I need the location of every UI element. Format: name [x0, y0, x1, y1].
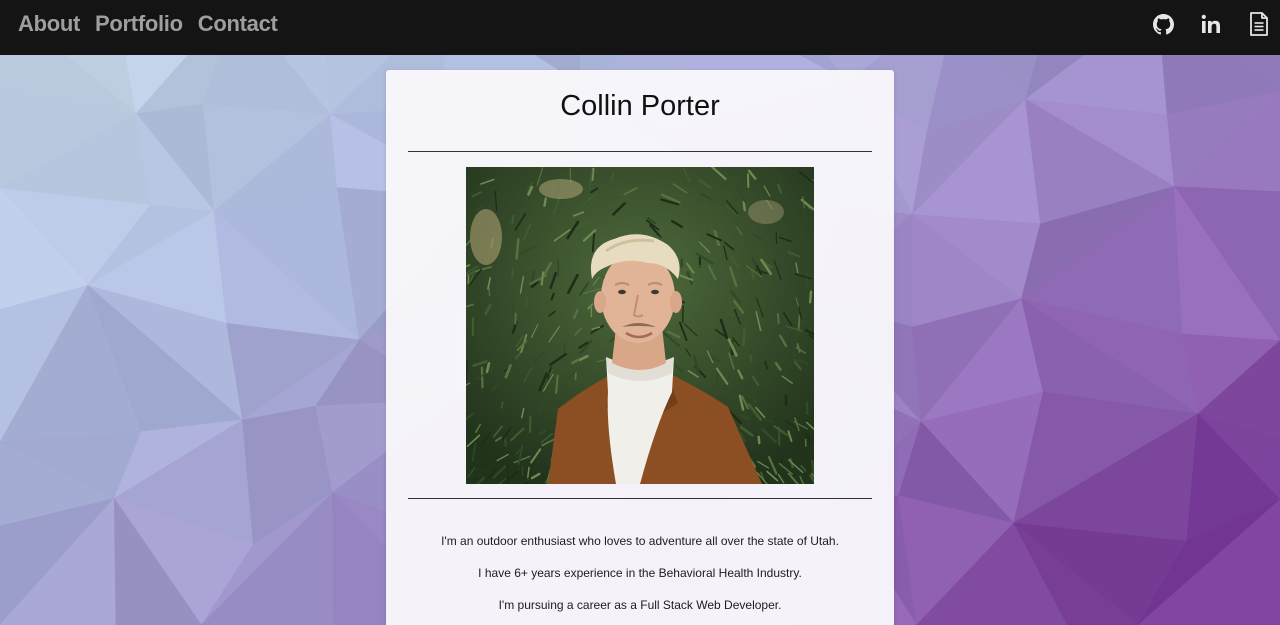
resume-document-icon[interactable]	[1248, 12, 1270, 36]
pine-needle	[555, 374, 559, 395]
pine-needle	[749, 354, 753, 363]
bio-line-1: I'm an outdoor enthusiast who loves to a…	[441, 534, 839, 548]
top-divider	[408, 151, 872, 152]
pine-needle	[480, 366, 484, 389]
pine-needle	[805, 269, 810, 291]
pine-needle	[681, 305, 684, 323]
pine-needle	[515, 238, 520, 260]
pine-needle	[517, 201, 521, 214]
nav-link-about[interactable]: About	[18, 11, 80, 37]
about-card: Collin Porter I'm an outdoor enthusiast …	[386, 70, 894, 625]
bio-section: I'm an outdoor enthusiast who loves to a…	[386, 534, 894, 625]
pine-needle	[742, 200, 746, 212]
nav-links: About Portfolio Contact	[18, 11, 278, 37]
pine-needle	[540, 271, 544, 286]
pine-needle	[563, 343, 566, 353]
pine-needle	[808, 290, 813, 304]
bio-line-3: I'm pursuing a career as a Full Stack We…	[498, 598, 782, 612]
bio-line-2: I have 6+ years experience in the Behavi…	[478, 566, 802, 580]
top-navbar: About Portfolio Contact	[0, 0, 1280, 55]
pine-needle	[511, 214, 515, 224]
pine-needle	[797, 315, 801, 330]
pine-needle	[776, 313, 780, 324]
linkedin-icon[interactable]	[1200, 12, 1222, 36]
pine-needle	[800, 232, 804, 242]
pine-needle	[742, 327, 746, 347]
profile-name: Collin Porter	[560, 90, 720, 122]
social-icons	[1152, 12, 1270, 36]
pine-needle	[492, 318, 496, 329]
github-icon[interactable]	[1152, 12, 1174, 36]
pine-needle	[543, 197, 547, 207]
nav-link-portfolio[interactable]: Portfolio	[95, 11, 183, 37]
bottom-divider	[408, 498, 872, 499]
pine-needle	[488, 286, 491, 297]
pine-needle	[810, 459, 814, 475]
pine-needle	[591, 167, 595, 181]
nav-link-contact[interactable]: Contact	[198, 11, 278, 37]
pine-needle	[757, 435, 761, 445]
profile-photo	[466, 167, 814, 484]
pine-needle	[503, 436, 507, 448]
